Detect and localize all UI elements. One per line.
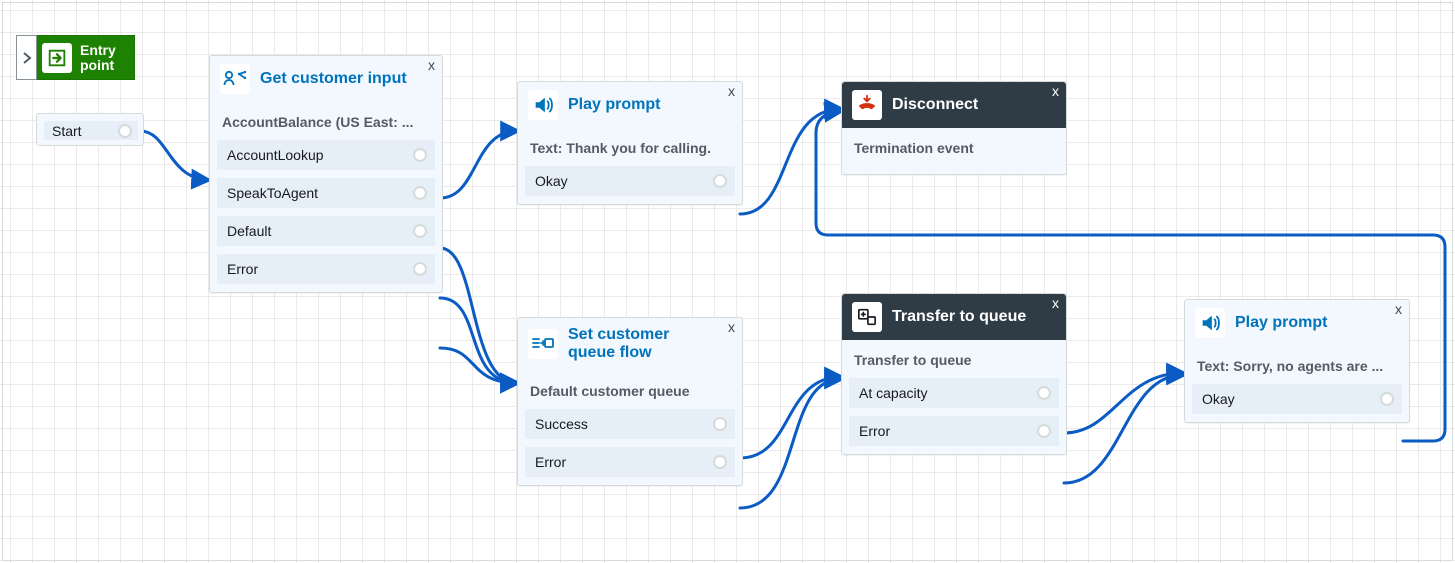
block-subtitle: Text: Thank you for calling. (518, 128, 742, 166)
customer-input-icon (220, 64, 250, 94)
hangup-icon (852, 90, 882, 120)
block-header[interactable]: Play prompt x (518, 82, 742, 128)
output-success[interactable]: Success (525, 409, 735, 439)
start-label: Start (52, 123, 82, 139)
output-label: Error (859, 423, 890, 439)
block-header[interactable]: Transfer to queue x (842, 294, 1066, 340)
output-label: Success (535, 416, 588, 432)
output-port[interactable] (713, 417, 727, 431)
block-disconnect[interactable]: Disconnect x Termination event (841, 81, 1067, 175)
block-subtitle: Default customer queue (518, 371, 742, 409)
output-port[interactable] (1380, 392, 1394, 406)
output-okay[interactable]: Okay (1192, 384, 1402, 414)
close-icon[interactable]: x (728, 319, 735, 335)
output-default[interactable]: Default (217, 216, 435, 246)
block-get-customer-input[interactable]: Get customer input x AccountBalance (US … (209, 55, 443, 293)
output-label: At capacity (859, 385, 927, 401)
entry-title-line2: point (80, 58, 116, 73)
output-port[interactable] (413, 148, 427, 162)
speaker-icon (528, 90, 558, 120)
chevron-right-icon (22, 52, 32, 64)
canvas-frame[interactable]: Entry point Start Get customer input x A… (2, 2, 1453, 561)
output-port[interactable] (118, 124, 132, 138)
block-title: Play prompt (568, 96, 660, 114)
block-set-customer-queue-flow[interactable]: Set customer queue flow x Default custom… (517, 317, 743, 486)
close-icon[interactable]: x (428, 57, 435, 73)
block-title: Disconnect (892, 96, 978, 114)
output-error[interactable]: Error (525, 447, 735, 477)
output-label: Default (227, 223, 271, 239)
entry-body: Entry point (37, 35, 135, 80)
start-output[interactable]: Start (44, 121, 138, 140)
entry-title-line1: Entry (80, 43, 116, 58)
block-title: Get customer input (260, 70, 407, 88)
output-error[interactable]: Error (217, 254, 435, 284)
transfer-icon (852, 302, 882, 332)
block-title: Set customer queue flow (568, 326, 714, 363)
entry-arrow-icon (42, 43, 72, 73)
block-header[interactable]: Set customer queue flow x (518, 318, 742, 371)
block-header[interactable]: Disconnect x (842, 82, 1066, 128)
output-port[interactable] (713, 174, 727, 188)
entry-collapse-toggle[interactable] (16, 35, 37, 80)
block-subtitle: Text: Sorry, no agents are ... (1185, 346, 1409, 384)
output-label: Okay (535, 173, 568, 189)
output-label: Error (227, 261, 258, 277)
close-icon[interactable]: x (1395, 301, 1402, 317)
output-accountlookup[interactable]: AccountLookup (217, 140, 435, 170)
block-play-prompt-thank-you[interactable]: Play prompt x Text: Thank you for callin… (517, 81, 743, 205)
block-header[interactable]: Get customer input x (210, 56, 442, 102)
queue-flow-icon (528, 329, 558, 359)
output-port[interactable] (713, 455, 727, 469)
output-port[interactable] (1037, 386, 1051, 400)
output-okay[interactable]: Okay (525, 166, 735, 196)
output-port[interactable] (413, 262, 427, 276)
close-icon[interactable]: x (1052, 83, 1059, 99)
output-label: Okay (1202, 391, 1235, 407)
block-subtitle: Termination event (842, 128, 1066, 174)
block-play-prompt-sorry[interactable]: Play prompt x Text: Sorry, no agents are… (1184, 299, 1410, 423)
block-subtitle: AccountBalance (US East: ... (210, 102, 442, 140)
start-container[interactable]: Start (36, 113, 144, 146)
close-icon[interactable]: x (728, 83, 735, 99)
speaker-icon (1195, 308, 1225, 338)
output-label: Error (535, 454, 566, 470)
block-header[interactable]: Play prompt x (1185, 300, 1409, 346)
block-transfer-to-queue[interactable]: Transfer to queue x Transfer to queue At… (841, 293, 1067, 455)
close-icon[interactable]: x (1052, 295, 1059, 311)
output-label: SpeakToAgent (227, 185, 318, 201)
output-speaktoagent[interactable]: SpeakToAgent (217, 178, 435, 208)
block-subtitle: Transfer to queue (842, 340, 1066, 378)
output-port[interactable] (413, 224, 427, 238)
output-error[interactable]: Error (849, 416, 1059, 446)
output-port[interactable] (413, 186, 427, 200)
output-label: AccountLookup (227, 147, 324, 163)
output-at-capacity[interactable]: At capacity (849, 378, 1059, 408)
output-port[interactable] (1037, 424, 1051, 438)
block-title: Transfer to queue (892, 308, 1026, 326)
entry-point-block[interactable]: Entry point (16, 35, 135, 80)
block-title: Play prompt (1235, 314, 1327, 332)
